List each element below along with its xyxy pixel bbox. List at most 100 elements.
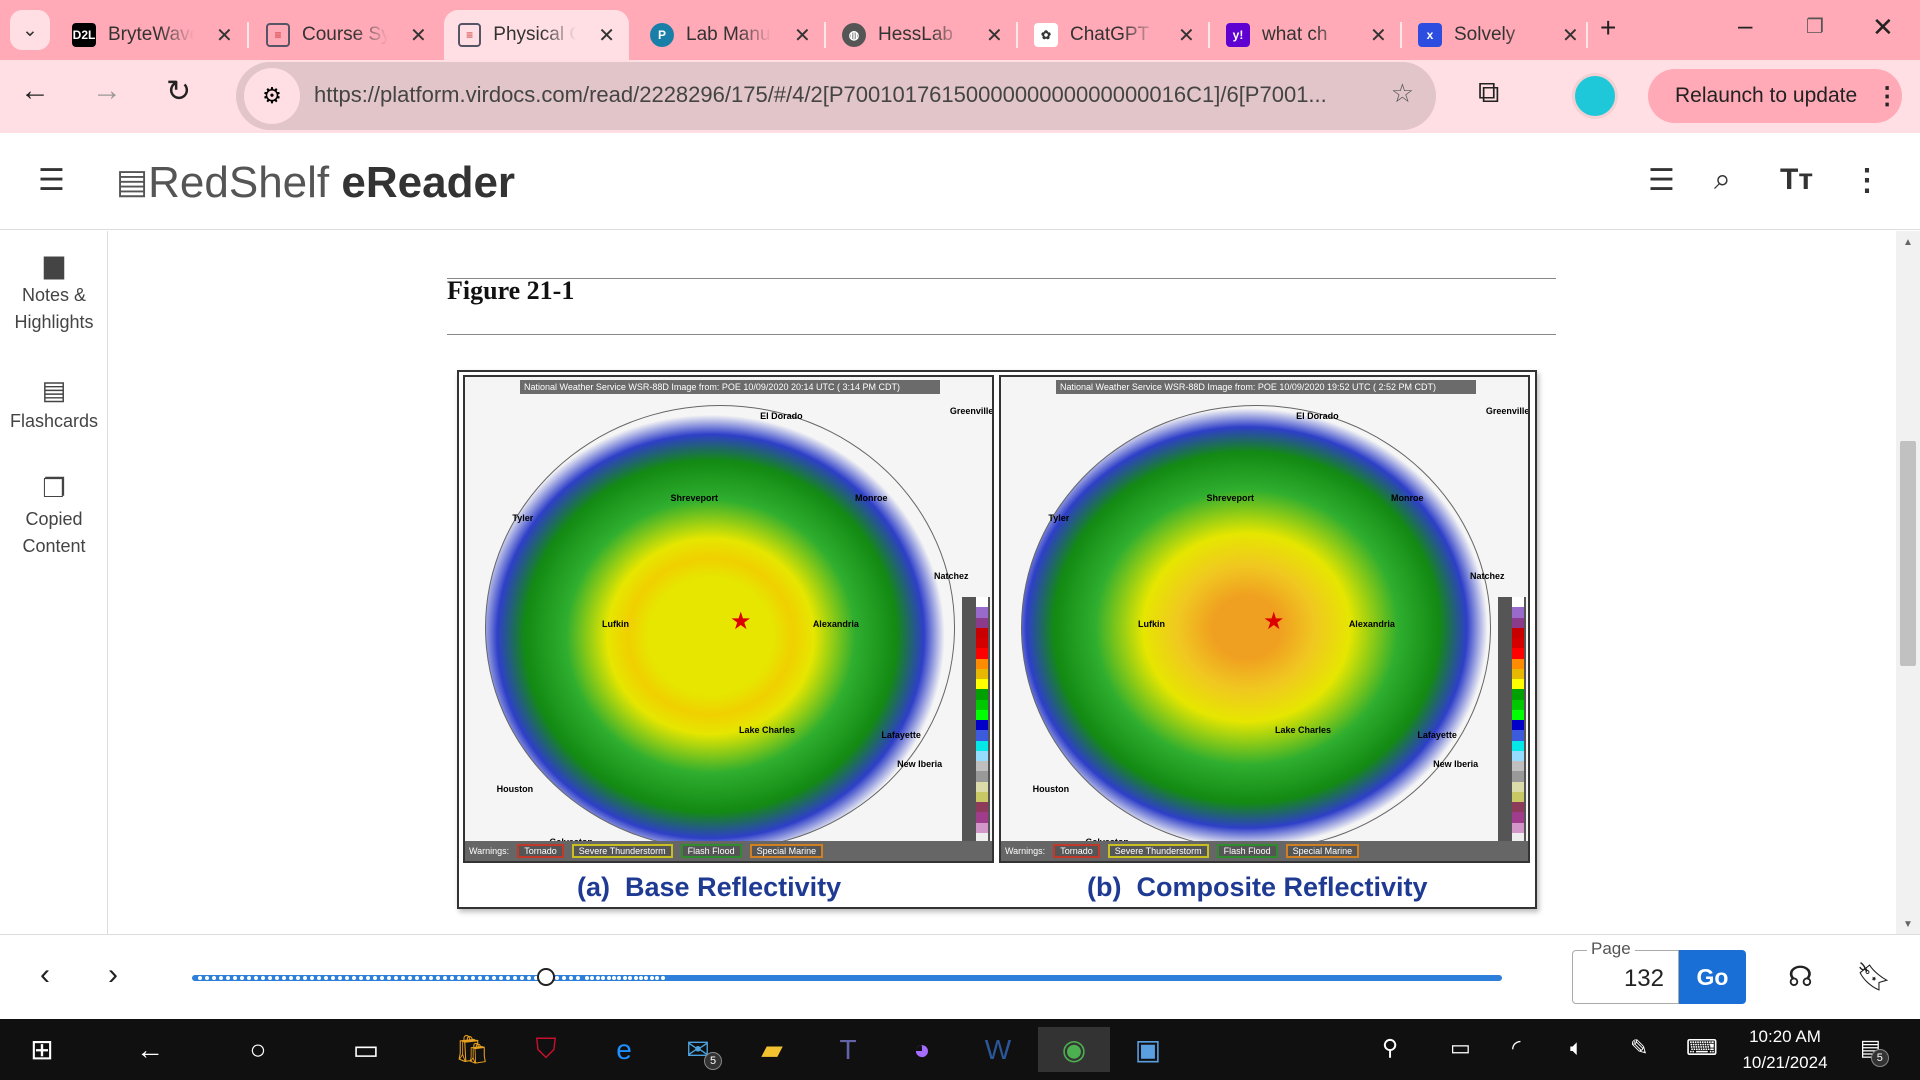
tab-search-button[interactable]: ⌄ xyxy=(10,10,50,50)
close-tab-icon[interactable]: ✕ xyxy=(794,23,811,48)
tab-1[interactable]: D2L BryteWave ✕ xyxy=(58,10,247,60)
relaunch-button[interactable]: Relaunch to update ⋮ xyxy=(1648,69,1902,123)
windows-start-icon[interactable]: ⊞ xyxy=(12,1027,72,1072)
scrollbar-thumb[interactable] xyxy=(1900,441,1916,666)
scale-swatch xyxy=(976,740,988,751)
next-page-icon[interactable]: › xyxy=(108,958,118,992)
pen-icon[interactable]: ✎ xyxy=(1630,1035,1648,1061)
tab-8[interactable]: x Solvely ✕ xyxy=(1404,10,1593,60)
chapter-marker xyxy=(310,976,314,980)
store-icon[interactable]: 🛍︎ xyxy=(442,1027,502,1072)
tab-4[interactable]: P Lab Manual ✕ xyxy=(636,10,825,60)
word-icon[interactable]: W xyxy=(968,1027,1028,1072)
file-explorer-icon[interactable]: ▰ xyxy=(742,1027,802,1072)
close-tab-icon[interactable]: ✕ xyxy=(986,23,1003,48)
bookmark-icon[interactable]: 🔖︎ xyxy=(1856,960,1892,993)
text-size-icon[interactable]: Tт xyxy=(1780,163,1813,197)
relaunch-label: Relaunch to update xyxy=(1675,84,1858,107)
tab-title: ChatGPT xyxy=(1070,24,1150,45)
back-icon[interactable]: ← xyxy=(120,1027,180,1072)
chapter-marker xyxy=(254,976,258,980)
close-tab-icon[interactable]: ✕ xyxy=(410,23,427,48)
page-label: Page xyxy=(1587,939,1635,959)
close-tab-icon[interactable]: ✕ xyxy=(1562,23,1579,48)
mcafee-icon[interactable]: ⛉ xyxy=(516,1027,576,1072)
close-tab-icon[interactable]: ✕ xyxy=(1178,23,1195,48)
tab-6[interactable]: ✿ ChatGPT ✕ xyxy=(1020,10,1209,60)
profile-avatar[interactable] xyxy=(1572,73,1618,119)
openai-icon: ✿ xyxy=(1034,23,1058,47)
close-tab-icon[interactable]: ✕ xyxy=(598,23,615,48)
volume-icon[interactable]: 🔈︎ xyxy=(1570,1035,1583,1061)
chapter-marker xyxy=(520,976,524,980)
scale-swatch xyxy=(1512,668,1524,679)
warning-badge: Special Marine xyxy=(1285,844,1360,858)
prev-page-icon[interactable]: ‹ xyxy=(40,958,50,992)
close-tab-icon[interactable]: ✕ xyxy=(1370,23,1387,48)
city-label: Alexandria xyxy=(1348,619,1395,629)
reload-icon[interactable]: ↻ xyxy=(166,74,191,109)
address-bar[interactable]: ⚙ https://platform.virdocs.com/read/2228… xyxy=(236,62,1436,130)
doc-icon: ≡ xyxy=(266,23,290,47)
notifications-icon[interactable]: ▤ 5 xyxy=(1860,1035,1889,1067)
people-icon[interactable]: ⚲ xyxy=(1382,1035,1398,1061)
sidebar-item-notes[interactable]: ▆ Notes & Highlights xyxy=(0,251,108,336)
scale-swatch xyxy=(1512,627,1524,638)
sidebar-item-flashcards[interactable]: ▤ Flashcards xyxy=(0,377,108,435)
menu-dots-icon[interactable]: ⋮ xyxy=(1875,82,1899,111)
keyboard-icon[interactable]: ⌨ xyxy=(1686,1035,1718,1061)
go-button[interactable]: Go xyxy=(1679,950,1746,1004)
tab-2[interactable]: ≡ Course Syllabus ✕ xyxy=(252,10,441,60)
page-value[interactable]: 132 xyxy=(1624,965,1664,993)
scale-swatch xyxy=(1512,781,1524,792)
chapter-marker xyxy=(233,976,237,980)
task-view-icon[interactable]: ▭ xyxy=(336,1027,396,1072)
battery-icon[interactable]: ▭ xyxy=(1450,1035,1471,1061)
hamburger-menu-icon[interactable]: ☰ xyxy=(38,163,65,198)
extensions-icon[interactable]: ⧉ xyxy=(1478,76,1499,110)
tab-3-active[interactable]: ≡ Physical Geography ✕ xyxy=(444,10,629,60)
back-icon[interactable]: ← xyxy=(20,74,50,108)
close-window-button[interactable]: ✕ xyxy=(1872,12,1894,43)
new-tab-button[interactable]: + xyxy=(1600,12,1616,44)
edge-icon[interactable]: e xyxy=(594,1027,654,1072)
chapter-marker xyxy=(226,976,230,980)
clock[interactable]: 10:20 AM 10/21/2024 xyxy=(1720,1024,1850,1076)
tab-title: Course Syllabus xyxy=(302,24,388,45)
teams-icon[interactable]: T xyxy=(818,1027,878,1072)
wifi-icon[interactable]: ◜ xyxy=(1512,1035,1521,1061)
minimize-button[interactable]: – xyxy=(1738,10,1752,41)
chapter-marker xyxy=(612,976,616,980)
scale-swatch xyxy=(1512,761,1524,772)
chapter-marker xyxy=(457,976,461,980)
restore-button[interactable]: ❐ xyxy=(1806,14,1824,39)
bookmark-star-icon[interactable]: ☆ xyxy=(1391,78,1414,109)
city-label: El Dorado xyxy=(760,410,803,421)
app-icon[interactable]: ▣ xyxy=(1118,1027,1178,1072)
tab-title: HessLab xyxy=(878,24,953,45)
more-options-icon[interactable]: ⋮ xyxy=(1852,163,1882,198)
cortana-icon[interactable]: ○ xyxy=(228,1027,288,1072)
chapter-marker xyxy=(373,976,377,980)
chapter-marker xyxy=(303,976,307,980)
close-tab-icon[interactable]: ✕ xyxy=(216,23,233,48)
windows-taskbar: ⊞ ← ○ ▭ 🛍︎ ⛉ e ✉ 5 ▰ T ◕ W ◉ ▣ ⚲ ▭ ◜ 🔈︎ ✎… xyxy=(0,1019,1920,1080)
page-input[interactable]: Page 132 xyxy=(1572,939,1679,1004)
site-settings-icon[interactable]: ⚙ xyxy=(244,68,300,124)
scale-swatch xyxy=(1512,812,1524,823)
sidebar-item-copied[interactable]: ❐ Copied Content xyxy=(0,475,108,560)
scale-swatch xyxy=(976,802,988,813)
forward-icon[interactable]: → xyxy=(92,74,122,108)
tab-5[interactable]: ◍ HessLab ✕ xyxy=(828,10,1017,60)
mail-icon[interactable]: ✉ 5 xyxy=(668,1027,728,1072)
scale-swatch xyxy=(1512,802,1524,813)
read-aloud-icon[interactable]: ☊ xyxy=(1788,960,1813,993)
chrome-icon[interactable]: ◉ xyxy=(1038,1027,1110,1072)
table-of-contents-icon[interactable]: ☰ xyxy=(1648,163,1675,198)
tab-7[interactable]: y! what ch ✕ xyxy=(1212,10,1401,60)
messenger-icon[interactable]: ◕ xyxy=(892,1027,952,1072)
vertical-scrollbar[interactable]: ▲ ▼ xyxy=(1896,231,1920,934)
url-text[interactable]: https://platform.virdocs.com/read/222829… xyxy=(314,82,1327,108)
progress-slider-thumb[interactable] xyxy=(536,968,555,986)
search-icon[interactable]: ⌕ xyxy=(1714,163,1731,197)
